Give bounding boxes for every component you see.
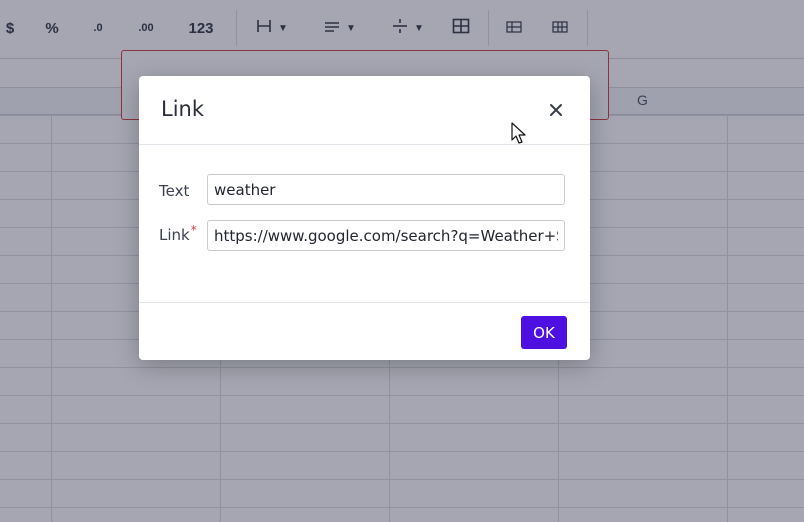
link-input[interactable] xyxy=(207,220,565,251)
text-field-label: Text xyxy=(159,182,190,200)
mouse-pointer-icon xyxy=(511,122,527,151)
link-dialog: Link Text Link* OK xyxy=(139,76,590,360)
ok-button[interactable]: OK xyxy=(521,316,567,349)
link-label-text: Link xyxy=(159,226,190,244)
close-icon xyxy=(549,97,563,123)
dialog-footer-divider xyxy=(139,302,590,303)
close-button[interactable] xyxy=(544,98,568,122)
link-field-label: Link* xyxy=(159,223,197,244)
required-asterisk: * xyxy=(190,223,197,237)
dialog-title: Link xyxy=(161,97,205,121)
text-input[interactable] xyxy=(207,174,565,205)
